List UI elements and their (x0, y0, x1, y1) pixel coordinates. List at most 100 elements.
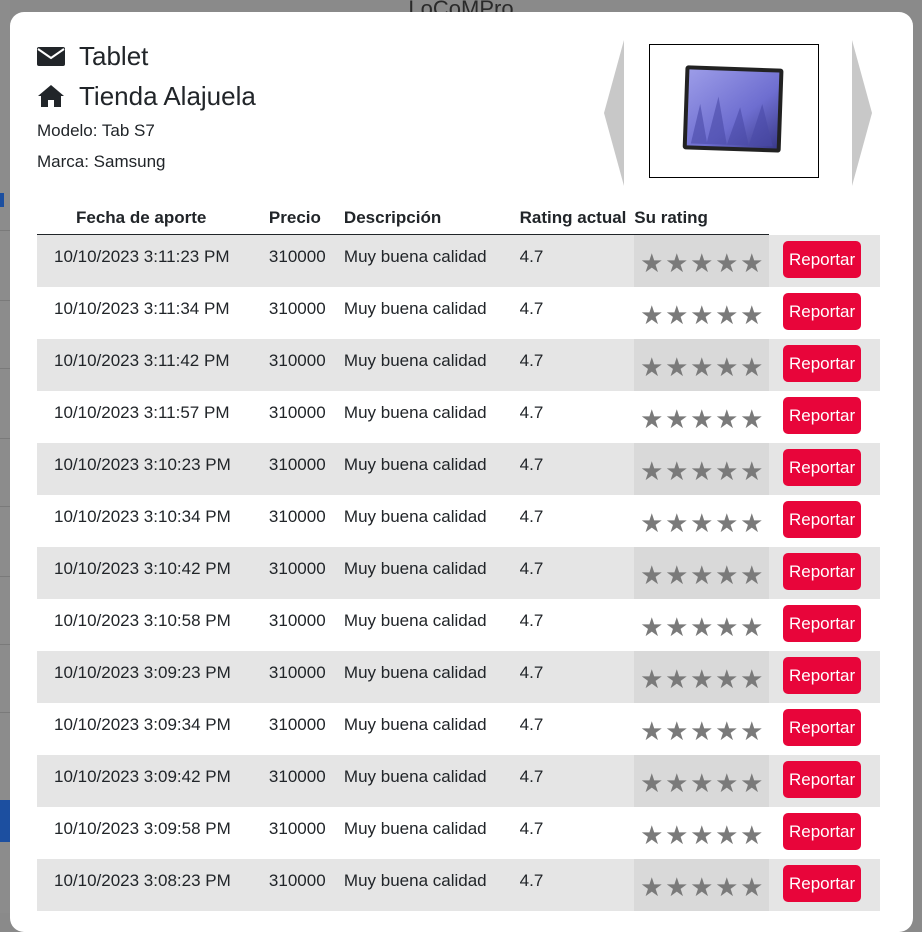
row-description: Muy buena calidad (343, 339, 520, 391)
product-model: Modelo: Tab S7 (37, 121, 155, 140)
star-icon[interactable]: ★ (739, 874, 764, 900)
report-button[interactable]: Reportar (783, 293, 862, 330)
star-icon[interactable]: ★ (739, 458, 764, 484)
star-icon[interactable]: ★ (689, 770, 714, 796)
star-icon[interactable]: ★ (714, 354, 739, 380)
star-icon[interactable]: ★ (639, 510, 664, 536)
row-your-rating: ★ ★ ★ ★ ★ (634, 807, 769, 859)
row-your-rating: ★ ★ ★ ★ ★ (634, 443, 769, 495)
star-icon[interactable]: ★ (739, 250, 764, 276)
carousel-next-icon[interactable] (852, 40, 872, 186)
star-icon[interactable]: ★ (664, 874, 689, 900)
report-button[interactable]: Reportar (783, 761, 862, 798)
row-actions: Reportar (769, 287, 880, 339)
star-icon[interactable]: ★ (664, 614, 689, 640)
star-icon[interactable]: ★ (689, 718, 714, 744)
star-icon[interactable]: ★ (739, 562, 764, 588)
star-icon[interactable]: ★ (739, 822, 764, 848)
row-your-rating: ★ ★ ★ ★ ★ (634, 651, 769, 703)
report-button[interactable]: Reportar (783, 657, 862, 694)
star-icon[interactable]: ★ (689, 666, 714, 692)
star-icon[interactable]: ★ (639, 302, 664, 328)
row-description: Muy buena calidad (343, 819, 487, 838)
star-icon[interactable]: ★ (739, 614, 764, 640)
star-icon[interactable]: ★ (664, 822, 689, 848)
star-icon[interactable]: ★ (714, 562, 739, 588)
star-rating-input: ★ ★ ★ ★ ★ (634, 287, 769, 339)
report-button[interactable]: Reportar (783, 449, 862, 486)
star-icon[interactable]: ★ (714, 770, 739, 796)
report-button[interactable]: Reportar (783, 345, 862, 382)
row-rating: 4.7 (519, 339, 635, 391)
star-icon[interactable]: ★ (714, 302, 739, 328)
star-icon[interactable]: ★ (714, 614, 739, 640)
row-actions: Reportar (769, 339, 880, 391)
star-icon[interactable]: ★ (664, 250, 689, 276)
report-button[interactable]: Reportar (783, 501, 862, 538)
star-icon[interactable]: ★ (664, 406, 689, 432)
star-icon[interactable]: ★ (639, 770, 664, 796)
star-icon[interactable]: ★ (639, 822, 664, 848)
table-row: 10/10/2023 3:10:42 PM 310000 Muy buena c… (37, 547, 880, 599)
star-icon[interactable]: ★ (639, 718, 664, 744)
star-icon[interactable]: ★ (739, 666, 764, 692)
star-icon[interactable]: ★ (714, 666, 739, 692)
star-icon[interactable]: ★ (689, 510, 714, 536)
carousel-prev-icon[interactable] (604, 40, 624, 186)
star-icon[interactable]: ★ (714, 406, 739, 432)
star-icon[interactable]: ★ (739, 770, 764, 796)
star-icon[interactable]: ★ (639, 250, 664, 276)
header-your-rating: Su rating (634, 202, 769, 235)
star-icon[interactable]: ★ (714, 874, 739, 900)
report-button[interactable]: Reportar (783, 605, 862, 642)
row-rating: 4.7 (519, 234, 635, 287)
star-icon[interactable]: ★ (739, 406, 764, 432)
star-icon[interactable]: ★ (664, 302, 689, 328)
row-your-rating: ★ ★ ★ ★ ★ (634, 547, 769, 599)
product-name: Tablet (79, 40, 149, 71)
star-icon[interactable]: ★ (664, 718, 689, 744)
report-button[interactable]: Reportar (783, 397, 862, 434)
star-icon[interactable]: ★ (689, 250, 714, 276)
star-icon[interactable]: ★ (714, 458, 739, 484)
star-icon[interactable]: ★ (664, 458, 689, 484)
star-icon[interactable]: ★ (739, 354, 764, 380)
star-icon[interactable]: ★ (689, 458, 714, 484)
star-icon[interactable]: ★ (664, 770, 689, 796)
star-icon[interactable]: ★ (739, 302, 764, 328)
star-icon[interactable]: ★ (689, 354, 714, 380)
report-button[interactable]: Reportar (783, 553, 862, 590)
star-icon[interactable]: ★ (689, 874, 714, 900)
star-icon[interactable]: ★ (639, 458, 664, 484)
star-icon[interactable]: ★ (664, 354, 689, 380)
star-icon[interactable]: ★ (639, 354, 664, 380)
report-button[interactable]: Reportar (783, 240, 862, 278)
star-icon[interactable]: ★ (739, 510, 764, 536)
star-icon[interactable]: ★ (689, 562, 714, 588)
star-icon[interactable]: ★ (739, 718, 764, 744)
star-icon[interactable]: ★ (714, 510, 739, 536)
star-icon[interactable]: ★ (689, 302, 714, 328)
star-icon[interactable]: ★ (639, 406, 664, 432)
report-button[interactable]: Reportar (783, 813, 862, 850)
star-icon[interactable]: ★ (639, 562, 664, 588)
star-icon[interactable]: ★ (689, 822, 714, 848)
star-icon[interactable]: ★ (664, 562, 689, 588)
star-icon[interactable]: ★ (714, 250, 739, 276)
report-button[interactable]: Reportar (783, 709, 862, 746)
row-date: 10/10/2023 3:11:42 PM (37, 339, 269, 391)
star-icon[interactable]: ★ (714, 718, 739, 744)
star-icon[interactable]: ★ (639, 874, 664, 900)
row-actions: Reportar (769, 495, 880, 547)
star-icon[interactable]: ★ (714, 822, 739, 848)
star-icon[interactable]: ★ (689, 614, 714, 640)
report-button[interactable]: Reportar (783, 865, 862, 902)
star-icon[interactable]: ★ (664, 666, 689, 692)
star-icon[interactable]: ★ (639, 666, 664, 692)
star-icon[interactable]: ★ (639, 614, 664, 640)
row-rating: 4.7 (519, 403, 544, 422)
row-your-rating: ★ ★ ★ ★ ★ (634, 703, 769, 755)
star-icon[interactable]: ★ (689, 406, 714, 432)
star-icon[interactable]: ★ (664, 510, 689, 536)
row-price: 310000 (268, 443, 344, 495)
